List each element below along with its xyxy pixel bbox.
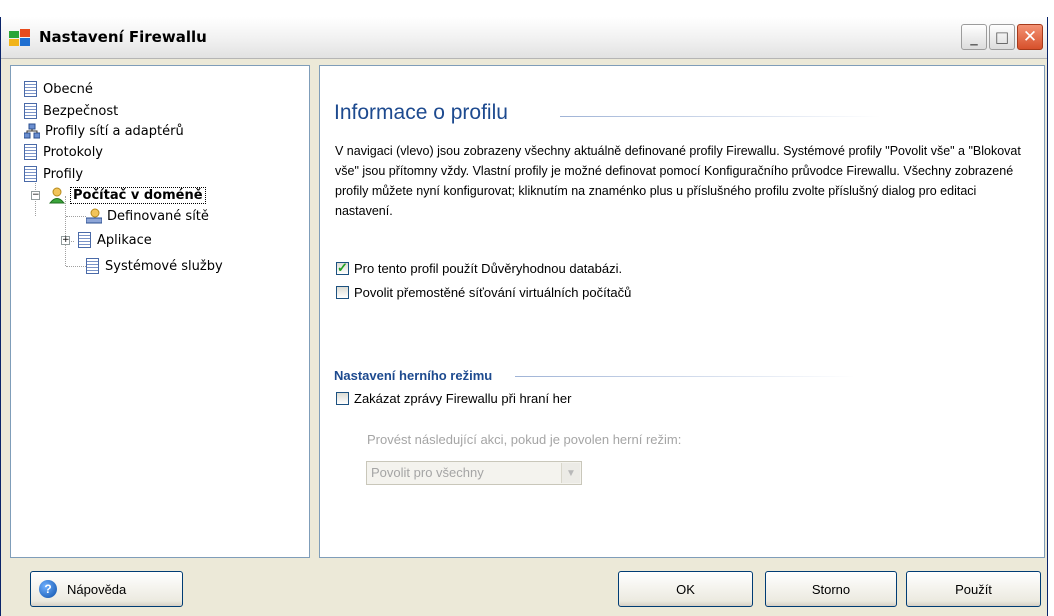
expand-toggle[interactable]: + xyxy=(61,236,70,245)
ok-button[interactable]: OK xyxy=(618,571,753,607)
vm-bridge-checkbox-row[interactable]: Povolit přemostěné síťování virtuálních … xyxy=(336,285,631,300)
tree-item-aplikace[interactable]: Aplikace xyxy=(78,230,152,250)
trusted-db-checkbox[interactable]: ✓ xyxy=(336,260,349,275)
document-icon xyxy=(24,103,37,119)
network-icon xyxy=(24,123,40,139)
close-button[interactable]: ✕ xyxy=(1017,24,1043,50)
game-mode-heading: Nastavení herního režimu xyxy=(334,368,493,383)
network-icon xyxy=(86,208,102,224)
document-icon xyxy=(78,232,91,248)
vm-bridge-label: Povolit přemostěné síťování virtuálních … xyxy=(354,285,632,300)
help-button[interactable]: ? Nápověda xyxy=(30,571,183,607)
document-icon xyxy=(24,144,37,160)
tree-item-profily[interactable]: Profily xyxy=(24,164,83,184)
tree-item-system-services[interactable]: Systémové služby xyxy=(86,256,223,276)
minimize-button[interactable]: _ xyxy=(961,24,987,50)
tree-item-label: Systémové služby xyxy=(105,258,223,274)
close-icon: ✕ xyxy=(1022,27,1038,47)
heading-divider xyxy=(560,116,880,117)
tree-item-network-profiles[interactable]: Profily sítí a adaptérů xyxy=(24,121,184,141)
tree-item-protokoly[interactable]: Protokoly xyxy=(24,142,103,162)
tree-item-label: Aplikace xyxy=(97,232,152,248)
chevron-down-icon[interactable]: ▼ xyxy=(561,463,580,483)
tree-item-defined-networks[interactable]: Definované sítě xyxy=(86,206,209,226)
tree-connector xyxy=(66,216,86,217)
maximize-button[interactable]: □ xyxy=(989,24,1015,50)
document-icon xyxy=(86,258,99,274)
title-bar[interactable]: Nastavení Firewallu _ □ ✕ xyxy=(1,17,1047,59)
trusted-db-label: Pro tento profil použít Důvěryhodnou dat… xyxy=(354,261,623,276)
help-icon: ? xyxy=(39,580,57,598)
tree-connector xyxy=(66,266,86,267)
game-mode-action-select[interactable]: Povolit pro všechny ▼ xyxy=(366,461,582,485)
tree-item-label: Bezpečnost xyxy=(43,103,119,119)
help-button-label: Nápověda xyxy=(67,581,127,597)
disable-messages-checkbox[interactable] xyxy=(336,392,349,405)
cancel-button-label: Storno xyxy=(811,581,851,597)
ok-button-label: OK xyxy=(676,581,695,597)
tree-item-label: Protokoly xyxy=(43,144,103,160)
disable-messages-label: Zakázat zprávy Firewallu při hraní her xyxy=(354,391,572,406)
app-logo-icon xyxy=(9,29,30,46)
vm-bridge-checkbox[interactable] xyxy=(336,286,349,299)
tree-item-label: Definované sítě xyxy=(107,208,209,224)
disable-messages-checkbox-row[interactable]: Zakázat zprávy Firewallu při hraní her xyxy=(336,391,571,406)
document-icon xyxy=(24,81,37,97)
firewall-settings-window: Nastavení Firewallu _ □ ✕ Obecné Bezpečn… xyxy=(0,17,1048,616)
profile-description: V navigaci (vlevo) jsou zobrazeny všechn… xyxy=(335,144,1021,218)
navigation-tree: Obecné Bezpečnost Profily sítí a adaptér… xyxy=(10,65,310,558)
tree-item-domain-computer[interactable]: Počítač v doméně xyxy=(49,185,206,205)
page-title: Informace o profilu xyxy=(334,101,508,124)
apply-button[interactable]: Použít xyxy=(906,571,1041,607)
game-mode-action-label: Provést následující akci, pokud je povol… xyxy=(367,432,682,447)
document-icon xyxy=(24,166,37,182)
user-icon xyxy=(49,187,65,203)
tree-item-label: Obecné xyxy=(43,81,93,97)
maximize-icon: □ xyxy=(994,28,1010,46)
game-mode-divider xyxy=(515,376,855,377)
tree-item-bezpecnost[interactable]: Bezpečnost xyxy=(24,101,118,121)
apply-button-label: Použít xyxy=(955,581,992,597)
trusted-db-checkbox-row[interactable]: ✓ Pro tento profil použít Důvěryhodnou d… xyxy=(336,260,623,276)
select-value: Povolit pro všechny xyxy=(371,465,484,480)
profile-info-panel: Informace o profilu V navigaci (vlevo) j… xyxy=(319,65,1045,558)
tree-item-obecne[interactable]: Obecné xyxy=(24,79,93,99)
cancel-button[interactable]: Storno xyxy=(765,571,897,607)
tree-item-label: Profily xyxy=(43,166,84,182)
tree-connector xyxy=(65,196,66,266)
tree-item-label: Počítač v doméně xyxy=(70,186,206,204)
window-title: Nastavení Firewallu xyxy=(39,28,207,46)
minimize-icon: _ xyxy=(970,28,978,46)
checkmark-icon: ✓ xyxy=(337,260,348,275)
collapse-toggle[interactable]: − xyxy=(31,191,40,200)
tree-item-label: Profily sítí a adaptérů xyxy=(45,123,184,139)
